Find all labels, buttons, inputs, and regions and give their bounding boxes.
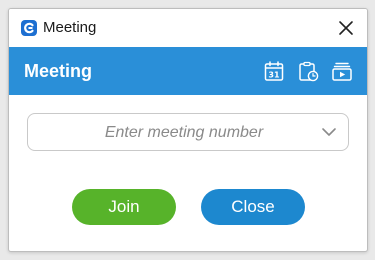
schedule-icon[interactable] [297,60,319,82]
meeting-number-input[interactable]: Enter meeting number [27,113,349,151]
calendar-icon[interactable]: 31 [263,60,285,82]
join-button[interactable]: Join [72,189,176,225]
close-icon[interactable] [338,20,354,36]
window-title: Meeting [43,19,97,36]
app-logo-icon [21,20,37,36]
meeting-dialog: Meeting Meeting 31 Enter meeting number … [8,8,368,252]
calendar-day-label: 31 [268,71,280,80]
chevron-down-icon[interactable] [321,125,337,139]
header-bar: Meeting 31 [9,47,367,95]
meeting-number-placeholder: Enter meeting number [104,124,264,141]
close-button[interactable]: Close [201,189,305,225]
title-bar: Meeting [9,9,367,47]
header-title: Meeting [24,61,93,81]
recordings-icon[interactable] [331,60,353,82]
